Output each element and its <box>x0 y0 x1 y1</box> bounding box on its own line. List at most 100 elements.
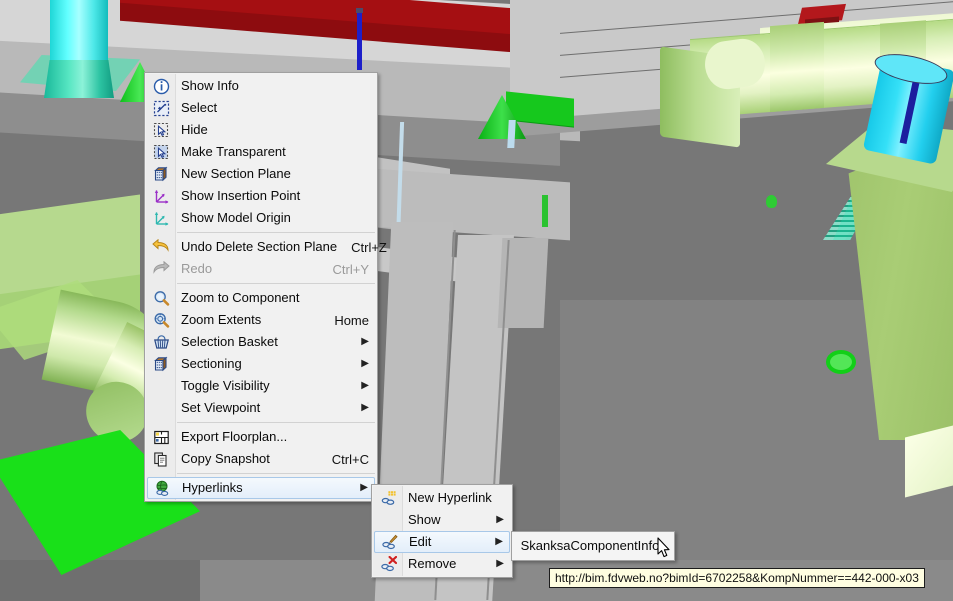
menu-item-label: Undo Delete Section Plane <box>181 239 338 254</box>
menu-item-select[interactable]: Select <box>147 97 375 119</box>
menu-separator <box>177 422 375 423</box>
menu-item-label: Zoom Extents <box>181 312 262 327</box>
submenu-item-new-hyperlink[interactable]: New Hyperlink <box>374 487 510 509</box>
light-blue-sliver <box>507 120 516 148</box>
submenu-item-remove[interactable]: Remove ▶ <box>374 553 510 575</box>
menu-item-label: Set Viewpoint <box>181 400 261 415</box>
menu-item-label: Redo <box>181 261 213 276</box>
green-sliver <box>542 195 548 227</box>
menu-item-label: Toggle Visibility <box>181 378 270 393</box>
menu-item-label: Show Model Origin <box>181 210 291 225</box>
menu-item-accel: Ctrl+Z <box>351 239 387 255</box>
menu-item-label: Show Info <box>181 78 239 93</box>
menu-item-show-info[interactable]: Show Info <box>147 75 375 97</box>
submenu-arrow-icon: ▶ <box>361 402 369 413</box>
axes-teal-icon <box>147 208 175 228</box>
undo-arrow-icon <box>147 237 175 257</box>
submenu-item-label: Edit <box>409 534 432 549</box>
menu-item-label: Copy Snapshot <box>181 451 270 466</box>
menu-item-accel: Home <box>334 312 369 328</box>
menu-item-accel: Ctrl+Y <box>332 261 369 277</box>
menu-item-sectioning[interactable]: Sectioning ▶ <box>147 353 375 375</box>
no-icon <box>374 510 402 530</box>
menu-item-selection-basket[interactable]: Selection Basket ▶ <box>147 331 375 353</box>
hyperlink-url-tooltip: http://bim.fdvweb.no?bimId=6702258&KompN… <box>549 568 925 588</box>
edit-hyperlink-submenu[interactable]: SkanksaComponentInfo <box>511 531 675 561</box>
menu-item-label: Zoom to Component <box>181 290 300 305</box>
menu-item-make-transparent[interactable]: Make Transparent <box>147 141 375 163</box>
submenu-arrow-icon: ▶ <box>361 336 369 347</box>
blue-rod <box>357 12 362 70</box>
menu-item-show-model-origin[interactable]: Show Model Origin <box>147 207 375 229</box>
menu-item-zoom-extents[interactable]: Zoom Extents Home <box>147 309 375 331</box>
menu-item-label: Show Insertion Point <box>181 188 301 203</box>
magnifier-extents-icon <box>147 310 175 330</box>
basket-icon <box>147 332 175 352</box>
menu-item-undo-delete-section-plane[interactable]: Undo Delete Section Plane Ctrl+Z <box>147 236 387 258</box>
edit-hyperlink-icon <box>375 532 403 552</box>
submenu-item-label: SkanksaComponentInfo <box>520 538 660 553</box>
no-icon <box>147 398 175 418</box>
menu-item-copy-snapshot[interactable]: Copy Snapshot Ctrl+C <box>147 448 375 470</box>
menu-item-zoom-to-component[interactable]: Zoom to Component <box>147 287 375 309</box>
menu-item-export-floorplan[interactable]: Export Floorplan... <box>147 426 375 448</box>
cyan-cylinder-top-left <box>50 0 108 68</box>
mouse-cursor <box>657 537 671 559</box>
axes-purple-icon <box>147 186 175 206</box>
app-window: Show Info Select Hide Make Transparent N… <box>0 0 953 601</box>
submenu-arrow-icon: ▶ <box>361 358 369 369</box>
submenu-item-edit[interactable]: Edit ▶ <box>374 531 510 553</box>
section-cube-icon <box>147 164 175 184</box>
menu-item-label: Sectioning <box>181 356 242 371</box>
select-marquee-icon <box>147 98 175 118</box>
green-ring-marker <box>826 350 856 374</box>
globe-link-icon <box>148 478 176 498</box>
submenu-item-skanksa-component-info[interactable]: SkanksaComponentInfo <box>514 534 672 558</box>
blue-rod-cap <box>356 8 363 13</box>
green-dot-marker <box>766 195 777 208</box>
menu-separator <box>177 232 375 233</box>
menu-item-label: Select <box>181 100 218 115</box>
hyperlinks-submenu[interactable]: New Hyperlink Show ▶ Edit ▶ Remove ▶ <box>371 484 513 578</box>
menu-item-redo: Redo Ctrl+Y <box>147 258 375 280</box>
info-circle-icon <box>147 76 175 96</box>
menu-item-label: Hyperlinks <box>182 480 243 495</box>
floor-slab-bottom-left <box>0 560 200 601</box>
floorplan-icon <box>147 427 175 447</box>
submenu-arrow-icon: ▶ <box>361 380 369 391</box>
component-context-menu[interactable]: Show Info Select Hide Make Transparent N… <box>144 72 387 502</box>
menu-item-label: Selection Basket <box>181 334 278 349</box>
menu-item-label: Make Transparent <box>181 144 286 159</box>
submenu-item-show[interactable]: Show ▶ <box>374 509 510 531</box>
menu-item-label: Hide <box>181 122 208 137</box>
submenu-item-label: New Hyperlink <box>408 490 492 505</box>
new-hyperlink-icon <box>374 488 402 508</box>
menu-item-hyperlinks[interactable]: Hyperlinks ▶ <box>147 477 375 499</box>
submenu-arrow-icon: ▶ <box>495 536 503 547</box>
submenu-arrow-icon: ▶ <box>496 558 504 569</box>
menu-separator <box>177 283 375 284</box>
menu-item-toggle-visibility[interactable]: Toggle Visibility ▶ <box>147 375 375 397</box>
menu-item-hide[interactable]: Hide <box>147 119 375 141</box>
duct-band-1 <box>770 21 824 113</box>
remove-hyperlink-icon <box>374 554 402 574</box>
menu-item-show-insertion-point[interactable]: Show Insertion Point <box>147 185 375 207</box>
menu-item-label: New Section Plane <box>181 166 291 181</box>
submenu-item-label: Show <box>408 512 441 527</box>
submenu-item-label: Remove <box>408 556 457 571</box>
hide-cursor-icon <box>147 120 175 140</box>
no-icon <box>147 376 175 396</box>
section-cube-icon <box>147 354 175 374</box>
menu-item-accel: Ctrl+C <box>331 451 369 467</box>
submenu-arrow-icon: ▶ <box>360 482 368 493</box>
menu-item-label: Export Floorplan... <box>181 429 288 444</box>
menu-item-new-section-plane[interactable]: New Section Plane <box>147 163 375 185</box>
magnifier-icon <box>147 288 175 308</box>
teal-cone-top-left <box>44 60 114 98</box>
transparent-cursor-icon <box>147 142 175 162</box>
menu-item-set-viewpoint[interactable]: Set Viewpoint ▶ <box>147 397 375 419</box>
redo-arrow-icon <box>147 259 175 279</box>
submenu-arrow-icon: ▶ <box>496 514 504 525</box>
menu-separator <box>177 473 375 474</box>
copy-pages-icon <box>147 449 175 469</box>
